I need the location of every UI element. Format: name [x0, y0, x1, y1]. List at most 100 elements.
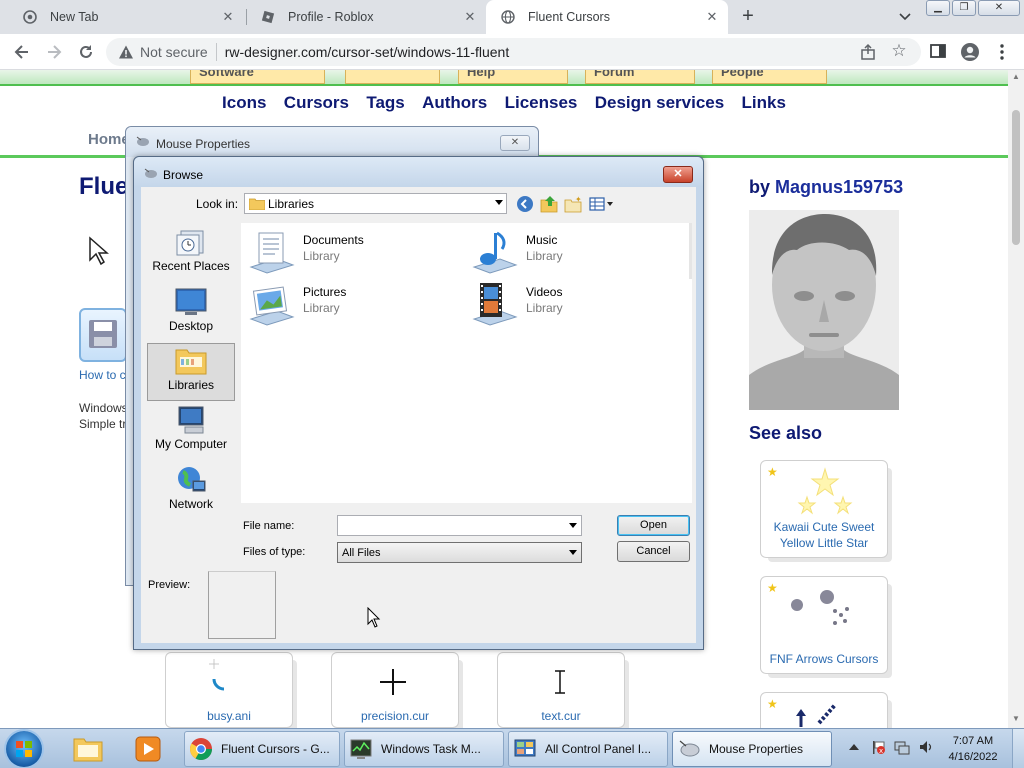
nav-link-links[interactable]: Links — [742, 93, 786, 113]
see-also-card[interactable]: ★ — [760, 692, 888, 728]
file-item-music[interactable]: Music Library — [468, 227, 678, 279]
open-button[interactable]: Open — [617, 515, 690, 536]
window-close-button[interactable]: ✕ — [978, 0, 1020, 16]
file-name-combobox[interactable] — [337, 515, 582, 536]
site-tab-forum[interactable]: Forum — [585, 70, 695, 84]
reload-icon[interactable] — [76, 42, 96, 62]
taskbar-button-chrome[interactable]: Fluent Cursors - G... — [184, 731, 340, 767]
file-label: busy.ani — [207, 709, 251, 723]
volume-icon[interactable] — [918, 739, 934, 755]
new-tab-button[interactable]: + — [738, 6, 758, 26]
site-tab-people[interactable]: People — [712, 70, 827, 84]
profile-avatar-icon[interactable] — [960, 42, 980, 62]
share-icon[interactable] — [859, 43, 877, 61]
nav-link-authors[interactable]: Authors — [422, 93, 487, 113]
cursor-file-card[interactable]: precision.cur — [331, 652, 459, 728]
show-desktop-button[interactable] — [1012, 729, 1024, 768]
author-avatar[interactable] — [749, 210, 899, 410]
scroll-up-icon[interactable]: ▲ — [1011, 72, 1021, 82]
security-status[interactable]: Not secure — [140, 44, 208, 60]
more-menu-icon[interactable] — [992, 42, 1012, 62]
cancel-button[interactable]: Cancel — [617, 541, 690, 562]
place-my-computer[interactable]: My Computer — [147, 403, 235, 461]
back-arrow-icon[interactable] — [12, 42, 32, 62]
site-tab-software[interactable]: Software — [190, 70, 325, 84]
dropdown-arrow-icon[interactable] — [495, 200, 503, 205]
restore-button[interactable]: ❐ — [952, 0, 976, 16]
cursor-file-card[interactable]: text.cur — [497, 652, 625, 728]
start-button[interactable] — [6, 731, 42, 767]
nav-link-tags[interactable]: Tags — [366, 93, 404, 113]
tab-new-tab[interactable]: New Tab ✕ — [8, 0, 244, 34]
see-also-card[interactable]: ★ Kawaii Cute Sweet Yellow Little Star — [760, 460, 888, 558]
taskbar-button-control-panel[interactable]: All Control Panel I... — [508, 731, 668, 767]
author-link[interactable]: Magnus159753 — [775, 177, 903, 197]
place-libraries[interactable]: Libraries — [147, 343, 235, 401]
nav-link-licenses[interactable]: Licenses — [505, 93, 578, 113]
tray-overflow-icon[interactable] — [846, 739, 862, 755]
back-icon[interactable] — [516, 195, 534, 213]
minimize-button[interactable]: ▁ — [926, 0, 950, 16]
scroll-down-icon[interactable]: ▼ — [1011, 714, 1021, 724]
forward-arrow-icon[interactable] — [44, 42, 64, 62]
mouse-icon — [144, 168, 158, 180]
mouse-properties-titlebar[interactable]: Mouse Properties ✕ — [126, 127, 538, 157]
url-text[interactable]: rw-designer.com/cursor-set/windows-11-fl… — [225, 44, 510, 60]
browse-titlebar[interactable]: Browse ✕ — [134, 157, 703, 187]
bookmark-star-icon[interactable]: ☆ — [889, 41, 909, 61]
place-desktop[interactable]: Desktop — [147, 285, 235, 343]
side-panel-icon[interactable] — [928, 42, 948, 62]
breadcrumb-home[interactable]: Home — [88, 131, 130, 148]
file-list-scrollbar[interactable] — [689, 223, 692, 279]
browser-toolbar: Not secure rw-designer.com/cursor-set/wi… — [0, 34, 1024, 70]
clock-time: 7:07 AM — [952, 735, 994, 747]
close-icon[interactable]: ✕ — [704, 9, 720, 25]
place-recent-places[interactable]: Recent Places — [147, 225, 235, 283]
new-folder-icon[interactable]: ✦ — [564, 195, 582, 213]
svg-text:x: x — [879, 747, 883, 755]
tab-fluent-cursors[interactable]: Fluent Cursors ✕ — [486, 0, 728, 34]
see-also-card[interactable]: ★ FNF Arrows Cursors — [760, 576, 888, 674]
floppy-disk-icon[interactable] — [79, 308, 127, 362]
mouse-icon — [677, 737, 701, 761]
site-tab-help[interactable]: Help — [458, 70, 568, 84]
look-in-dropdown[interactable]: Libraries — [244, 193, 507, 214]
browse-close-button[interactable]: ✕ — [663, 166, 693, 183]
warning-icon[interactable] — [118, 44, 134, 60]
file-explorer-icon[interactable] — [68, 733, 108, 765]
nav-link-cursors[interactable]: Cursors — [284, 93, 349, 113]
dropdown-arrow-icon[interactable] — [569, 550, 577, 555]
file-item-documents[interactable]: Documents Library — [245, 227, 455, 279]
taskbar-button-task-manager[interactable]: Windows Task M... — [344, 731, 504, 767]
nav-link-design-services[interactable]: Design services — [595, 93, 724, 113]
tab-profile-roblox[interactable]: Profile - Roblox ✕ — [246, 0, 486, 34]
preview-box — [208, 571, 276, 639]
view-menu-icon[interactable] — [588, 195, 614, 213]
mouse-properties-close-button[interactable]: ✕ — [500, 135, 530, 151]
dropdown-arrow-icon[interactable] — [569, 523, 577, 528]
up-folder-icon[interactable] — [540, 195, 558, 213]
site-tab-home[interactable] — [345, 70, 440, 84]
file-item-pictures[interactable]: Pictures Library — [245, 279, 455, 331]
taskbar-label: Windows Task M... — [381, 742, 481, 756]
network-tray-icon[interactable] — [894, 739, 910, 755]
files-of-type-dropdown[interactable]: All Files — [337, 542, 582, 563]
clock-date: 4/16/2022 — [948, 751, 998, 763]
page-scrollbar[interactable]: ▲ ▼ — [1008, 70, 1024, 728]
media-player-icon[interactable] — [128, 733, 168, 765]
tab-search-chevron-icon[interactable] — [896, 8, 914, 26]
how-to-link[interactable]: How to c — [79, 368, 126, 382]
file-item-videos[interactable]: Videos Library — [468, 279, 678, 331]
action-center-flag-icon[interactable]: x — [870, 739, 886, 755]
close-icon[interactable]: ✕ — [220, 9, 236, 25]
scrollbar-thumb[interactable] — [1012, 110, 1020, 245]
close-icon[interactable]: ✕ — [462, 9, 478, 25]
taskbar-button-mouse-properties[interactable]: Mouse Properties — [672, 731, 832, 767]
file-list-view[interactable]: Documents Library Music Library Pictures… — [241, 223, 692, 503]
cursor-file-card[interactable]: busy.ani — [165, 652, 293, 728]
address-bar[interactable]: Not secure rw-designer.com/cursor-set/wi… — [106, 38, 921, 66]
taskbar-clock[interactable]: 7:07 AM 4/16/2022 — [940, 733, 1006, 765]
nav-link-icons[interactable]: Icons — [222, 93, 266, 113]
place-network[interactable]: Network — [147, 463, 235, 521]
chrome-icon — [189, 737, 213, 761]
